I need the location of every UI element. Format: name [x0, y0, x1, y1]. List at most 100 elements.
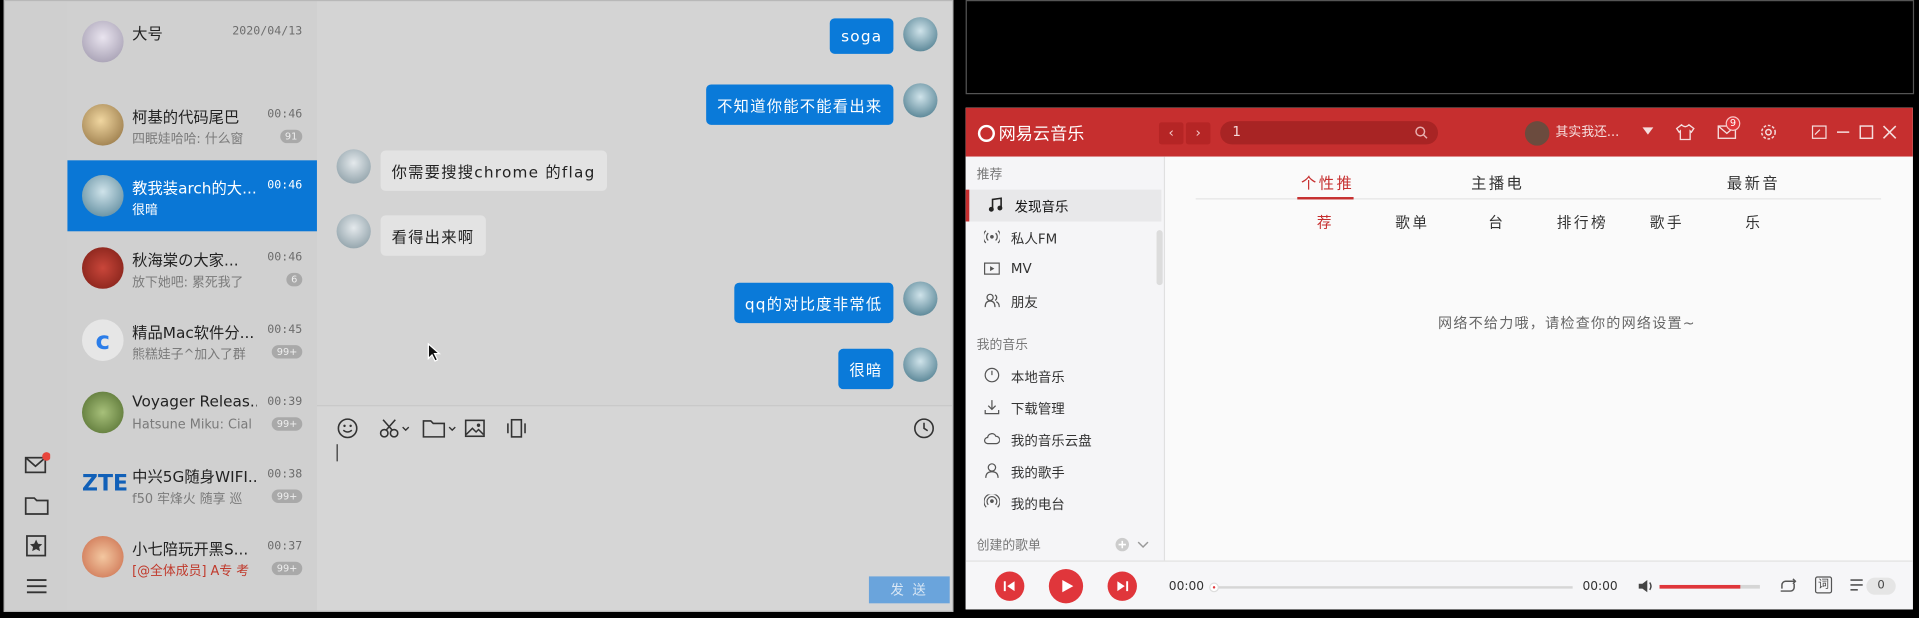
current-time: 00:00	[1168, 580, 1205, 594]
next-button[interactable]	[1107, 571, 1137, 601]
list-item[interactable]: 秋海棠の大家... 00:46 放下她吧: 累死我了 6	[67, 233, 317, 304]
subtab-charts[interactable]: 排行榜	[1557, 212, 1608, 233]
skin-shirt-icon[interactable]	[1675, 123, 1695, 141]
sidebar-item-radio[interactable]: 我的电台	[966, 487, 1162, 519]
conversation-name: 柯基的代码尾巴	[132, 107, 240, 127]
sidebar: 推荐 发现音乐 私人FM MV 朋友 我的音乐 本地音乐 下载管理 我的音乐云盘…	[965, 156, 1166, 561]
dropdown-arrow-icon[interactable]	[1642, 127, 1654, 135]
mail-icon[interactable]	[23, 452, 51, 479]
sidebar-item-local[interactable]: 本地音乐	[966, 360, 1162, 392]
conversation-time: 00:39	[267, 395, 303, 409]
subtab-radio[interactable]: 台	[1488, 212, 1505, 233]
sidebar-item-friends[interactable]: 朋友	[966, 285, 1162, 317]
avatar	[81, 391, 124, 434]
video-play-icon	[983, 262, 1000, 275]
list-item[interactable]: Voyager Releas... 00:39 Hatsune Miku: Ci…	[67, 377, 317, 448]
progress-handle[interactable]	[1209, 582, 1219, 593]
conversation-time: 00:37	[267, 539, 303, 554]
folder-icon[interactable]	[422, 417, 456, 439]
minimize-icon[interactable]	[1836, 125, 1851, 140]
menu-icon[interactable]	[23, 573, 50, 600]
search-input[interactable]: 1	[1220, 121, 1439, 145]
avatar	[81, 20, 124, 63]
tab-anchor-radio[interactable]: 主播电	[1471, 170, 1524, 193]
maximize-icon[interactable]	[1859, 125, 1874, 140]
conversation-preview: 四眠娃哈哈: 什么窗	[132, 132, 244, 147]
message-bubble: 看得出来啊	[380, 215, 486, 256]
folder-icon[interactable]	[23, 492, 50, 519]
contact-avatar	[336, 149, 371, 184]
discover-content: 个性推 主播电 最新音 荐 歌单 台 排行榜 歌手 乐 网络不给力哦，请检查你的…	[1165, 156, 1913, 561]
sidebar-item-discover[interactable]: 发现音乐	[965, 189, 1162, 222]
conversation-time: 00:38	[267, 467, 303, 481]
back-button[interactable]: ‹	[1158, 122, 1184, 145]
total-time: 00:00	[1582, 580, 1618, 594]
section-title-my-music: 我的音乐	[976, 337, 1029, 353]
message-bubble: soga	[830, 18, 894, 54]
radio-waves-icon	[983, 230, 1000, 244]
settings-gear-icon[interactable]	[1760, 124, 1777, 141]
mini-mode-icon[interactable]	[1811, 125, 1827, 140]
conversation-preview: 熊糕娃子^加入了群	[132, 347, 246, 363]
tab-personalized[interactable]: 个性推	[1301, 170, 1354, 193]
subtab-playlists[interactable]: 歌单	[1395, 212, 1429, 233]
section-title-recommend: 推荐	[976, 167, 1003, 183]
conversation-name: 教我装arch的大...	[132, 178, 257, 198]
search-icon[interactable]	[1415, 126, 1428, 139]
conversation-name: 中兴5G随身WIFI...	[132, 467, 258, 486]
subtab-artists[interactable]: 歌手	[1650, 212, 1684, 233]
add-playlist-icon[interactable]	[1115, 537, 1130, 552]
sidebar-item-downloads[interactable]: 下载管理	[966, 392, 1162, 424]
contact-avatar	[336, 214, 371, 249]
previous-button[interactable]	[994, 571, 1025, 601]
my-avatar	[903, 17, 938, 52]
close-icon[interactable]	[1882, 125, 1897, 140]
subtab-recommend[interactable]: 荐	[1317, 212, 1334, 233]
volume-icon[interactable]	[1638, 579, 1655, 594]
history-clock-icon[interactable]	[913, 417, 935, 439]
list-item[interactable]: 教我装arch的大... 00:46 很暗	[67, 160, 317, 232]
unread-badge: 99+	[271, 489, 303, 503]
list-item[interactable]: 小七陪玩开黑S... 00:37 [@全体成员] A专 考 99+	[67, 521, 317, 592]
send-button[interactable]: 发 送	[868, 576, 950, 604]
playlist-count: 0	[1866, 577, 1896, 595]
user-avatar[interactable]	[1524, 121, 1550, 146]
conversation-preview: Hatsune Miku: Cial	[132, 417, 252, 432]
sidebar-item-cloud[interactable]: 我的音乐云盘	[966, 423, 1162, 455]
netease-music-window: 网易云音乐 ‹ › 1 其实我还... 9 推荐 发现音乐 私人FM MV 朋友…	[965, 107, 1913, 610]
list-item[interactable]: ZTE 中兴5G随身WIFI... 00:38 f50 牢烽火 随享 巡 99+	[67, 449, 317, 520]
loop-icon[interactable]	[1778, 578, 1798, 595]
bookmark-star-icon[interactable]	[23, 532, 50, 559]
message-bubble: 你需要搜搜chrome 的flag	[380, 150, 607, 191]
list-item[interactable]: 大号 2020/04/13	[67, 6, 317, 77]
message-input-area[interactable]: 发 送	[316, 405, 953, 611]
screenshot-scissors-icon[interactable]	[378, 417, 410, 439]
image-icon[interactable]	[464, 417, 486, 439]
artist-icon	[985, 463, 999, 478]
list-item[interactable]: c 精品Mac软件分... 00:45 熊糕娃子^加入了群 99+	[67, 305, 317, 376]
sidebar-item-artists[interactable]: 我的歌手	[966, 455, 1162, 487]
tab-new-music[interactable]: 最新音	[1727, 170, 1780, 193]
chevron-down-icon[interactable]	[1137, 541, 1149, 550]
progress-bar[interactable]	[1209, 582, 1573, 593]
subtab-music[interactable]: 乐	[1745, 212, 1762, 233]
forward-button[interactable]: ›	[1185, 122, 1211, 145]
volume-slider[interactable]	[1659, 584, 1760, 589]
player-bar: 00:00 00:00 词 0	[965, 560, 1913, 610]
playlist-icon[interactable]	[1849, 578, 1866, 594]
shake-icon[interactable]	[505, 417, 527, 439]
username[interactable]: 其实我还...	[1556, 122, 1620, 140]
my-avatar	[903, 83, 938, 118]
emoji-icon[interactable]	[337, 417, 359, 439]
sidebar-item-label: 私人FM	[1010, 231, 1058, 248]
volume-level	[1659, 584, 1740, 589]
sidebar-scrollbar[interactable]	[1156, 230, 1163, 286]
play-button[interactable]	[1048, 569, 1084, 604]
conversation-time: 00:45	[267, 323, 303, 337]
list-item[interactable]: 柯基的代码尾巴 00:46 四眠娃哈哈: 什么窗 91	[67, 89, 317, 160]
lyrics-button[interactable]: 词	[1814, 576, 1833, 594]
sidebar-item-fm[interactable]: 私人FM	[966, 222, 1162, 254]
conversation-preview: 放下她吧: 累死我了	[132, 275, 244, 291]
sidebar-item-mv[interactable]: MV	[966, 253, 1162, 285]
qq-window: 大号 2020/04/13 柯基的代码尾巴 00:46 四眠娃哈哈: 什么窗 9…	[3, 0, 954, 612]
